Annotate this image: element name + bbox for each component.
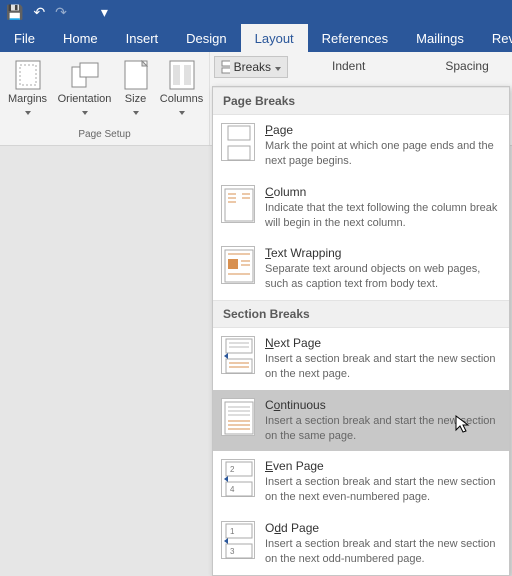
redo-icon[interactable]: ↷ xyxy=(55,4,67,21)
continuous-title: Continuous xyxy=(265,398,499,412)
breaks-dropdown: Page Breaks Page Mark the point at which… xyxy=(212,86,510,576)
svg-text:2: 2 xyxy=(230,465,235,474)
size-label: Size xyxy=(125,93,146,105)
tab-insert[interactable]: Insert xyxy=(112,24,173,52)
save-icon[interactable]: 💾 xyxy=(6,4,23,21)
breaks-button[interactable]: Breaks xyxy=(214,56,288,78)
nextpage-desc: Insert a section break and start the new… xyxy=(265,352,499,382)
svg-text:1: 1 xyxy=(230,527,235,536)
break-option-text-wrapping[interactable]: Text Wrapping Separate text around objec… xyxy=(213,238,509,300)
breaks-label: Breaks xyxy=(234,60,271,74)
page-setup-group-label: Page Setup xyxy=(78,129,130,143)
breaks-icon xyxy=(221,60,230,74)
column-break-icon xyxy=(221,185,255,223)
chevron-down-icon xyxy=(179,111,185,115)
tab-design[interactable]: Design xyxy=(172,24,240,52)
break-option-column[interactable]: Column Indicate that the text following … xyxy=(213,177,509,239)
tab-home[interactable]: Home xyxy=(49,24,112,52)
orientation-icon xyxy=(69,60,101,90)
qat-more-icon[interactable]: ▾ xyxy=(101,4,108,21)
break-option-odd-page[interactable]: 13 Odd Page Insert a section break and s… xyxy=(213,513,509,575)
break-option-page[interactable]: Page Mark the point at which one page en… xyxy=(213,115,509,177)
tab-file[interactable]: File xyxy=(0,24,49,52)
nextpage-title: Next Page xyxy=(265,336,499,350)
continuous-break-icon xyxy=(221,398,255,436)
evenpage-desc: Insert a section break and start the new… xyxy=(265,475,499,505)
svg-text:4: 4 xyxy=(230,485,235,494)
column-title: Column xyxy=(265,185,499,199)
textwrap-break-icon xyxy=(221,246,255,284)
size-button[interactable]: Size xyxy=(116,56,156,115)
textwrap-title: Text Wrapping xyxy=(265,246,499,260)
textwrap-desc: Separate text around objects on web page… xyxy=(265,262,499,292)
chevron-down-icon xyxy=(275,67,281,71)
nextpage-break-icon xyxy=(221,336,255,374)
break-option-next-page[interactable]: Next Page Insert a section break and sta… xyxy=(213,328,509,390)
indent-label: Indent xyxy=(332,59,365,73)
columns-label: Columns xyxy=(160,93,203,105)
chevron-down-icon xyxy=(25,111,31,115)
ribbon-tabs: File Home Insert Design Layout Reference… xyxy=(0,24,512,52)
tab-mailings[interactable]: Mailings xyxy=(402,24,478,52)
svg-text:3: 3 xyxy=(230,547,235,556)
page-setup-group: Margins Orientation Size xyxy=(0,52,210,145)
section-breaks-header: Section Breaks xyxy=(213,300,509,328)
tab-layout[interactable]: Layout xyxy=(241,24,308,52)
spacing-label: Spacing xyxy=(445,59,488,73)
evenpage-break-icon: 24 xyxy=(221,459,255,497)
chevron-down-icon xyxy=(133,111,139,115)
undo-icon[interactable]: ↶ xyxy=(33,4,45,21)
margins-label: Margins xyxy=(8,93,47,105)
page-break-icon xyxy=(221,123,255,161)
tab-review[interactable]: Revie xyxy=(478,24,512,52)
evenpage-title: Even Page xyxy=(265,459,499,473)
page-title: Page xyxy=(265,123,499,137)
size-icon xyxy=(120,60,152,90)
quick-access-toolbar: 💾 ↶ ↷ ▾ xyxy=(0,0,512,24)
oddpage-desc: Insert a section break and start the new… xyxy=(265,537,499,567)
break-option-even-page[interactable]: 24 Even Page Insert a section break and … xyxy=(213,451,509,513)
margins-icon xyxy=(12,60,44,90)
orientation-label: Orientation xyxy=(58,93,112,105)
chevron-down-icon xyxy=(82,111,88,115)
orientation-button[interactable]: Orientation xyxy=(54,56,116,115)
oddpage-title: Odd Page xyxy=(265,521,499,535)
page-breaks-header: Page Breaks xyxy=(213,87,509,115)
margins-button[interactable]: Margins xyxy=(2,56,54,115)
columns-button[interactable]: Columns xyxy=(156,56,208,115)
continuous-desc: Insert a section break and start the new… xyxy=(265,414,499,444)
tab-references[interactable]: References xyxy=(308,24,402,52)
page-desc: Mark the point at which one page ends an… xyxy=(265,139,499,169)
column-desc: Indicate that the text following the col… xyxy=(265,201,499,231)
columns-icon xyxy=(166,60,198,90)
break-option-continuous[interactable]: Continuous Insert a section break and st… xyxy=(213,390,509,452)
oddpage-break-icon: 13 xyxy=(221,521,255,559)
